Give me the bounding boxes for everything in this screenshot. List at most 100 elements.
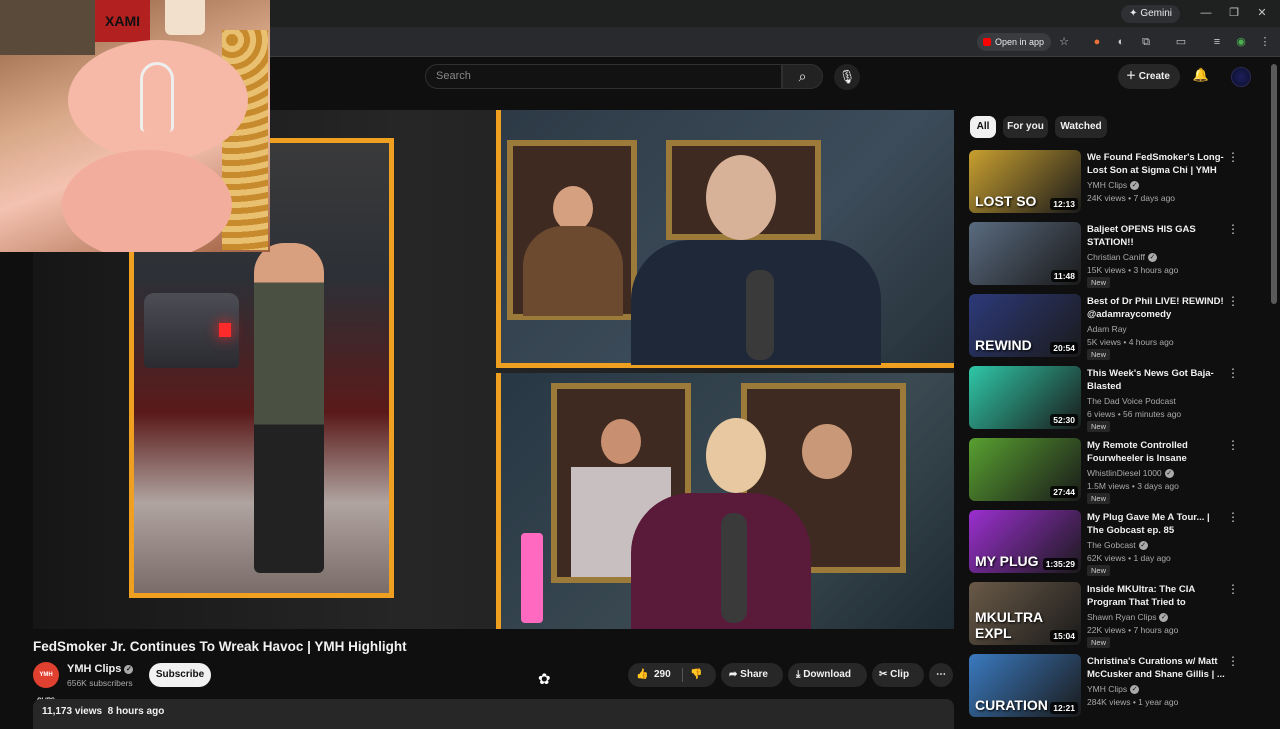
- video-title[interactable]: Inside MKUltra: The CIA Program That Tri…: [1087, 583, 1227, 610]
- new-badge: New: [1087, 421, 1111, 432]
- microphone-icon[interactable]: 🎙: [834, 64, 860, 90]
- car-taillight: [219, 323, 231, 337]
- channel-name[interactable]: Christian Caniff ✓: [1087, 252, 1157, 263]
- video-thumbnail[interactable]: LOST SO 12:13: [969, 150, 1081, 213]
- video-thumbnail[interactable]: 27:44: [969, 438, 1081, 501]
- channel-name-text: The Gobcast: [1087, 540, 1136, 550]
- more-options-icon[interactable]: ⋮: [1227, 366, 1239, 380]
- share-button[interactable]: ➦ Share: [721, 663, 783, 687]
- video-thumbnail[interactable]: MY PLUG 1:35:29: [969, 510, 1081, 573]
- more-options-icon[interactable]: ⋮: [1227, 582, 1239, 596]
- verified-icon: ✓: [124, 664, 134, 674]
- verified-icon: ✓: [1130, 181, 1140, 191]
- restore-icon[interactable]: ❐: [1224, 5, 1244, 21]
- webcam-overlay: XAMI: [0, 0, 270, 252]
- video-title[interactable]: This Week's News Got Baja-Blasted: [1087, 367, 1227, 393]
- create-button[interactable]: ＋ Create: [1118, 64, 1180, 89]
- gemini-button[interactable]: ✦ Gemini: [1121, 5, 1180, 23]
- notifications-bell-icon[interactable]: 🔔: [1192, 67, 1210, 85]
- video-title[interactable]: My Remote Controlled Fourwheeler is Insa…: [1087, 439, 1227, 465]
- more-options-icon[interactable]: ⋮: [1227, 438, 1239, 452]
- video-title[interactable]: We Found FedSmoker's Long-Lost Son at Si…: [1087, 151, 1227, 178]
- search-icon[interactable]: ⌕: [782, 64, 823, 89]
- recommendation-item[interactable]: LOST SO 12:13 We Found FedSmoker's Long-Lo…: [969, 150, 1249, 216]
- subscribe-button[interactable]: Subscribe: [149, 663, 211, 687]
- recommendation-item[interactable]: 52:30 This Week's News Got Baja-Blasted Th…: [969, 366, 1249, 432]
- video-duration: 12:21: [1050, 702, 1078, 714]
- channel-name[interactable]: The Dad Voice Podcast: [1087, 396, 1176, 406]
- search-input[interactable]: Search: [425, 64, 782, 89]
- video-title[interactable]: Baljeet OPENS HIS GAS STATION!!: [1087, 223, 1227, 249]
- recommendation-item[interactable]: REWIND 20:54 Best of Dr Phil LIVE! REWIND!…: [969, 294, 1249, 360]
- channel-name[interactable]: Adam Ray: [1087, 324, 1127, 334]
- brave-extension-icon[interactable]: ●: [1090, 35, 1104, 49]
- video-title[interactable]: My Plug Gave Me A Tour... | The Gobcast …: [1087, 511, 1227, 537]
- more-options-icon[interactable]: ⋮: [1227, 654, 1239, 668]
- video-title[interactable]: Best of Dr Phil LIVE! REWIND! @adamrayco…: [1087, 295, 1227, 321]
- subscriber-count: 656K subscribers: [67, 678, 133, 688]
- browser-menu-icon[interactable]: ⋮: [1258, 35, 1272, 49]
- channel-name[interactable]: YMH Clips ✓: [1087, 180, 1140, 191]
- video-meta: 15K views • 3 hours ago: [1087, 265, 1179, 275]
- thumbs-down-icon[interactable]: 👎: [690, 663, 702, 687]
- channel-name[interactable]: Shawn Ryan Clips ✓: [1087, 612, 1169, 623]
- channel-avatar[interactable]: YMH CLIPS: [33, 662, 59, 704]
- channel-name-text: Shawn Ryan Clips: [1087, 612, 1157, 622]
- video-meta: 5K views • 4 hours ago: [1087, 337, 1174, 347]
- puzzle-extensions-icon[interactable]: ⧉: [1139, 35, 1153, 49]
- close-icon[interactable]: ✕: [1252, 5, 1272, 21]
- thumbnail-text: CURATION: [975, 697, 1048, 713]
- description-box[interactable]: [33, 699, 954, 729]
- chip-for-you[interactable]: For you: [1003, 116, 1048, 138]
- thumbnail-text: MY PLUG: [975, 553, 1039, 569]
- bookmark-star-icon[interactable]: ☆: [1057, 35, 1071, 49]
- verified-icon: ✓: [1159, 613, 1169, 623]
- channel-name[interactable]: YMH Clips ✓: [67, 663, 134, 675]
- video-thumbnail[interactable]: CURATION 12:21: [969, 654, 1081, 717]
- minimize-icon[interactable]: —: [1196, 5, 1216, 21]
- recommendation-item[interactable]: 27:44 My Remote Controlled Fourwheeler is…: [969, 438, 1249, 504]
- channel-name[interactable]: WhistlinDiesel 1000 ✓: [1087, 468, 1174, 479]
- verified-icon: ✓: [1130, 685, 1140, 695]
- account-avatar[interactable]: [1231, 67, 1251, 87]
- scissors-icon: ✂: [879, 669, 888, 680]
- more-options-icon[interactable]: ⋮: [1227, 510, 1239, 524]
- upload-age: 8 hours ago: [107, 706, 165, 717]
- video-duration: 27:44: [1050, 486, 1078, 498]
- recommendation-item[interactable]: CURATION 12:21 Christina's Curations w/ Ma…: [969, 654, 1249, 720]
- more-options-icon[interactable]: ⋮: [1227, 294, 1239, 308]
- open-in-app-button[interactable]: Open in app: [977, 33, 1052, 51]
- thumbs-up-icon[interactable]: 👍: [636, 663, 648, 687]
- recommendation-item[interactable]: MY PLUG 1:35:29 My Plug Gave Me A Tour... …: [969, 510, 1249, 576]
- person-standing: [254, 243, 324, 573]
- new-badge: New: [1087, 349, 1111, 360]
- chip-all[interactable]: All: [970, 116, 996, 138]
- video-thumbnail[interactable]: REWIND 20:54: [969, 294, 1081, 357]
- video-duration: 15:04: [1050, 630, 1078, 642]
- clip-button[interactable]: ✂ Clip: [872, 663, 924, 687]
- chip-watched[interactable]: Watched: [1055, 116, 1107, 138]
- painting-face: [601, 419, 641, 464]
- page-scrollbar[interactable]: [1271, 64, 1277, 304]
- video-duration: 20:54: [1050, 342, 1078, 354]
- painting-face: [802, 424, 852, 479]
- video-thumbnail[interactable]: 52:30: [969, 366, 1081, 429]
- profile-icon[interactable]: ◉: [1234, 35, 1248, 49]
- video-thumbnail[interactable]: MKULTRA EXPL 15:04: [969, 582, 1081, 645]
- video-thumbnail[interactable]: 11:48: [969, 222, 1081, 285]
- extension-icon[interactable]: ◐: [1114, 35, 1128, 49]
- reading-list-icon[interactable]: ≡: [1210, 35, 1224, 49]
- recommendation-item[interactable]: 11:48 Baljeet OPENS HIS GAS STATION!! Chri…: [969, 222, 1249, 288]
- more-options-icon[interactable]: ⋮: [1227, 150, 1239, 164]
- channel-name[interactable]: The Gobcast ✓: [1087, 540, 1148, 551]
- more-options-icon[interactable]: ⋮: [1227, 222, 1239, 236]
- like-count[interactable]: 290: [654, 663, 671, 687]
- video-meta: 1.5M views • 3 days ago: [1087, 481, 1179, 491]
- download-button[interactable]: ⤓ Download: [788, 663, 867, 687]
- cast-icon[interactable]: ▭: [1174, 35, 1188, 49]
- more-actions-icon[interactable]: ⋯: [929, 663, 953, 687]
- video-title[interactable]: Christina's Curations w/ Matt McCusker a…: [1087, 655, 1227, 681]
- channel-name[interactable]: YMH Clips ✓: [1087, 684, 1140, 695]
- gemini-label: Gemini: [1140, 8, 1172, 19]
- recommendation-item[interactable]: MKULTRA EXPL 15:04 Inside MKUltra: The CIA…: [969, 582, 1249, 648]
